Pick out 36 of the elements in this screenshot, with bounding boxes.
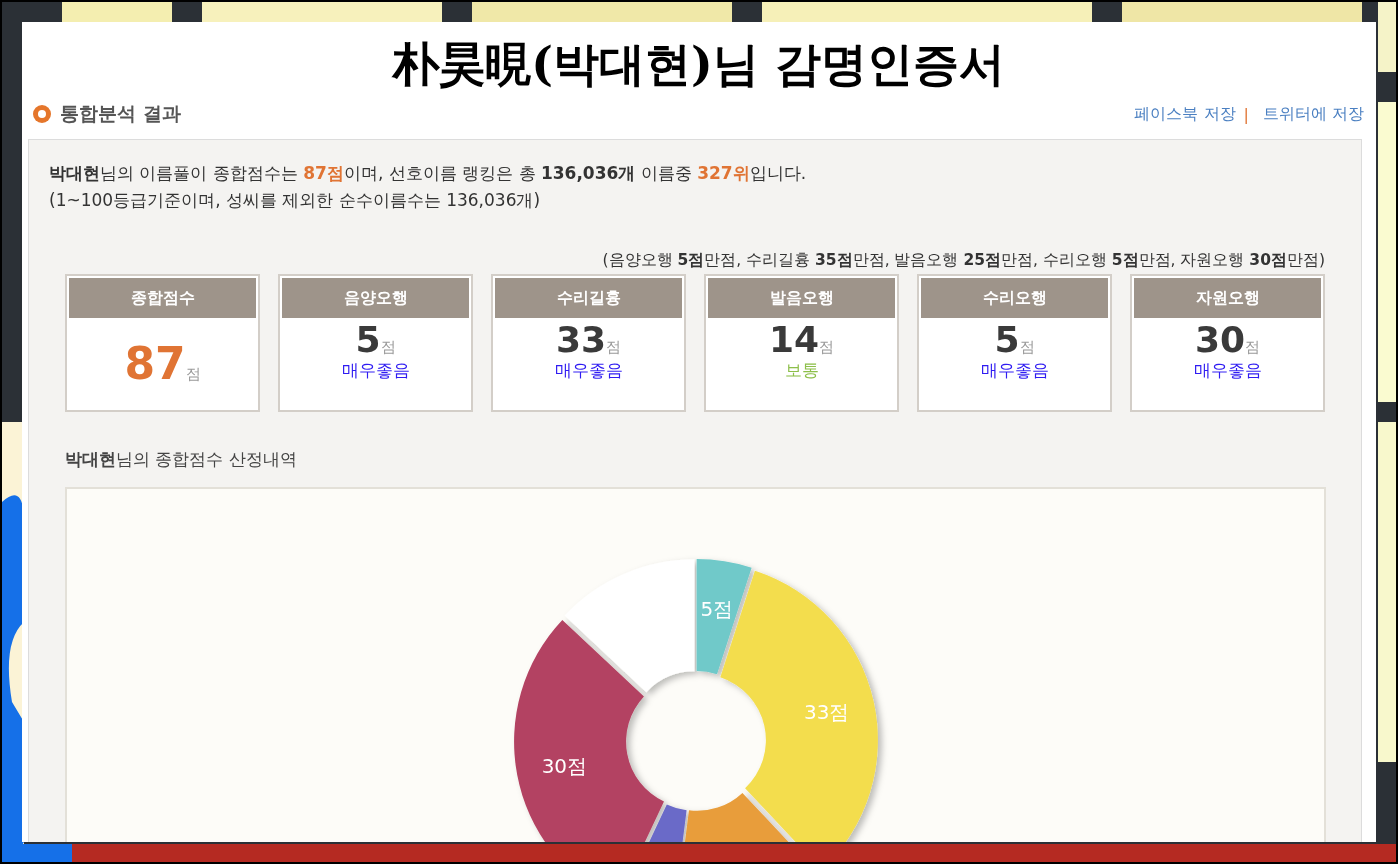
score-unit: 점 xyxy=(819,338,835,357)
card-header: 수리길흉 xyxy=(495,278,682,318)
breakdown-heading: 박대현님의 종합점수 산정내역 xyxy=(65,448,298,471)
card-header: 음양오행 xyxy=(282,278,469,318)
score-unit: 점 xyxy=(1245,338,1261,357)
slice-label: 33점 xyxy=(804,699,850,724)
certificate-title: 朴昊晛(박대현)님 감명인증서 xyxy=(393,36,1005,93)
grade-label: 매우좋음 xyxy=(980,360,1049,380)
max-score-note: (음양오행 5점만점, 수리길흉 35점만점, 발음오행 25점만점, 수리오행 5점만점, 자원오행 30점만점) xyxy=(601,250,1325,270)
card-header: 자원오행 xyxy=(1134,278,1321,318)
grade-label: 매우좋음 xyxy=(341,360,410,380)
score-unit: 점 xyxy=(380,338,396,357)
link-separator: | xyxy=(1243,104,1249,124)
summary-text: 박대현님의 이름풀이 종합점수는 87점이며, 선호이름 랭킹은 총 136,036개 이름중 327위입니다. xyxy=(49,162,808,185)
score-unit: 점 xyxy=(1019,338,1035,357)
card-header: 종합점수 xyxy=(69,278,256,318)
bullet-icon xyxy=(32,104,52,124)
share-link[interactable]: 트위터에 저장 xyxy=(1262,103,1364,125)
category-score: 5 xyxy=(994,320,1020,360)
grade-label: 보통 xyxy=(784,360,819,380)
share-link[interactable]: 페이스북 저장 xyxy=(1134,103,1236,125)
score-unit: 점 xyxy=(185,365,201,384)
score-unit: 점 xyxy=(606,338,622,357)
category-score: 14 xyxy=(768,320,820,360)
card-header: 발음오행 xyxy=(708,278,895,318)
category-score: 33 xyxy=(555,320,607,360)
category-score: 30 xyxy=(1194,320,1246,360)
summary-note: (1~100등급기준이며, 성씨를 제외한 순수이름수는 136,036개) xyxy=(49,189,542,212)
card-header: 수리오행 xyxy=(921,278,1108,318)
total-score: 87 xyxy=(124,339,186,389)
grade-label: 매우좋음 xyxy=(554,360,623,380)
section-heading: 통합분석 결과 xyxy=(60,101,181,126)
grade-label: 매우좋음 xyxy=(1193,360,1262,380)
slice-label: 30점 xyxy=(541,754,588,779)
category-score: 5 xyxy=(355,320,381,360)
slice-label: 5점 xyxy=(700,596,734,621)
